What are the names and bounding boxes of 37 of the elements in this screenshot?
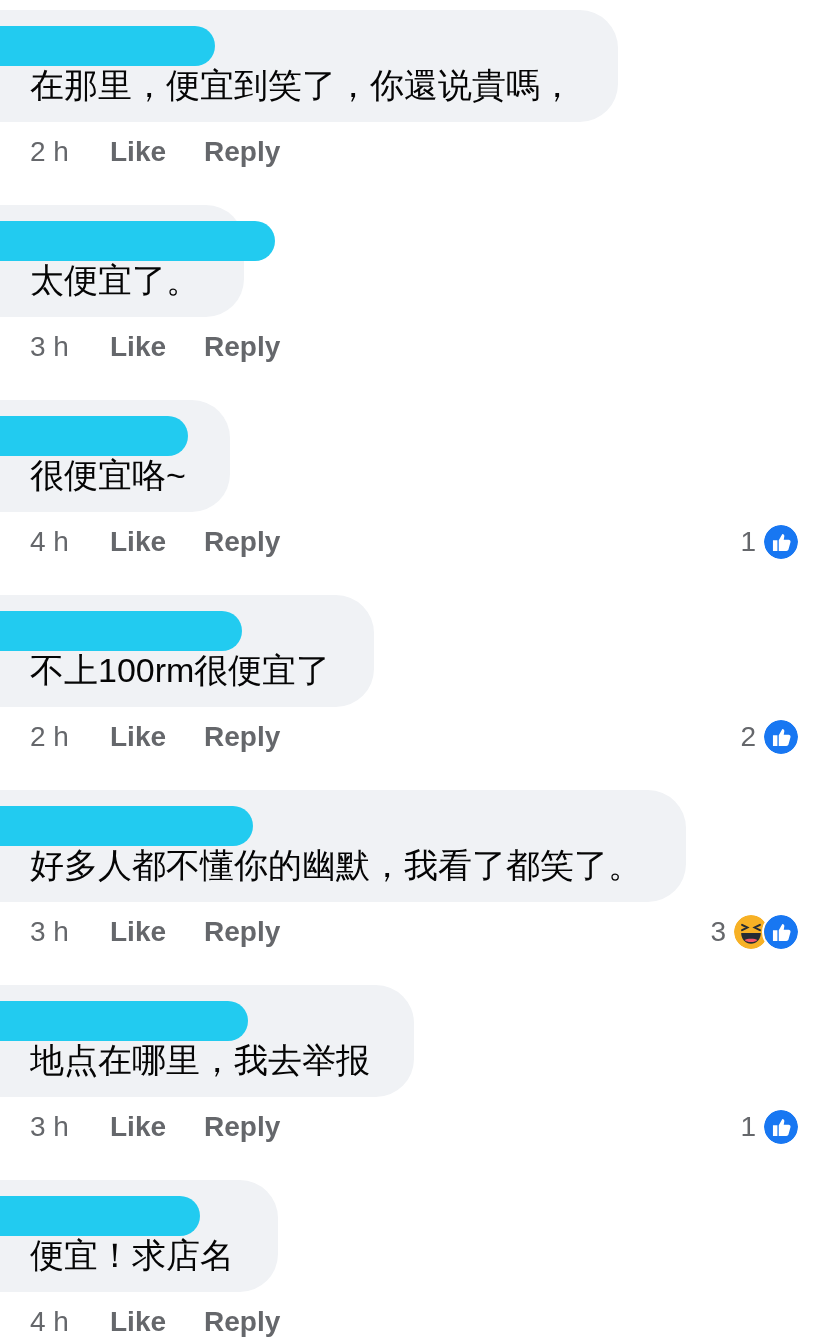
reaction-count: 3 xyxy=(710,915,726,949)
like-link[interactable]: Like xyxy=(110,326,167,368)
comment-text: 太便宜了。 xyxy=(30,260,200,301)
comment-text: 在那里，便宜到笑了，你還说貴嗎， xyxy=(30,65,574,106)
reply-link[interactable]: Reply xyxy=(204,1106,281,1148)
reply-link[interactable]: Reply xyxy=(204,131,281,173)
reaction-icons[interactable] xyxy=(732,913,800,951)
comment-text: 很便宜咯~ xyxy=(30,455,186,496)
thumbs-up-icon xyxy=(762,1108,800,1146)
comment-text: 不上100rm很便宜了 xyxy=(30,650,331,691)
thumbs-up-icon xyxy=(762,523,800,561)
comment-time: 2 h xyxy=(30,720,70,754)
comment-text: 便宜！求店名 xyxy=(30,1235,234,1276)
like-link[interactable]: Like xyxy=(110,1106,167,1148)
like-link[interactable]: Like xyxy=(110,716,167,758)
like-link[interactable]: Like xyxy=(110,521,167,563)
like-link[interactable]: Like xyxy=(110,131,167,173)
comment-time: 3 h xyxy=(30,1110,70,1144)
comment-time: 3 h xyxy=(30,915,70,949)
like-link[interactable]: Like xyxy=(110,1301,167,1343)
reply-link[interactable]: Reply xyxy=(204,911,281,953)
thumbs-up-icon xyxy=(762,913,800,951)
comment-time: 2 h xyxy=(30,135,70,169)
comment-time: 4 h xyxy=(30,1305,70,1339)
reply-link[interactable]: Reply xyxy=(204,521,281,563)
thumbs-up-icon xyxy=(762,718,800,756)
reaction-count: 1 xyxy=(740,1110,756,1144)
comment-time: 3 h xyxy=(30,330,70,364)
reaction-count: 1 xyxy=(740,525,756,559)
like-link[interactable]: Like xyxy=(110,911,167,953)
reply-link[interactable]: Reply xyxy=(204,1301,281,1343)
reply-link[interactable]: Reply xyxy=(204,326,281,368)
comment-text: 好多人都不懂你的幽默，我看了都笑了。 xyxy=(30,845,642,886)
reply-link[interactable]: Reply xyxy=(204,716,281,758)
reaction-count: 2 xyxy=(740,720,756,754)
comment-time: 4 h xyxy=(30,525,70,559)
comment-text: 地点在哪里，我去举报 xyxy=(30,1040,370,1081)
